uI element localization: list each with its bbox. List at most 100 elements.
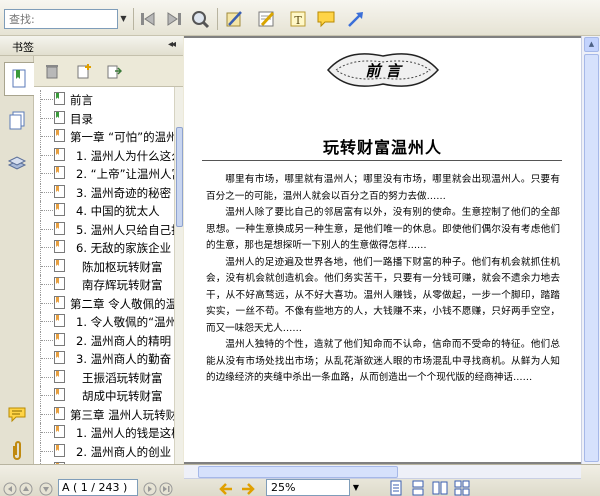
bookmark-page-icon bbox=[54, 258, 65, 272]
last-page-end-icon[interactable] bbox=[158, 482, 174, 496]
bookmark-item[interactable]: 3. 温州商人的勤奋 bbox=[34, 349, 174, 367]
last-page-icon[interactable] bbox=[162, 7, 186, 31]
highlight-icon[interactable] bbox=[254, 7, 278, 31]
bookmark-toolbar bbox=[34, 56, 183, 86]
bookmark-page-icon bbox=[54, 332, 65, 346]
prev-page-nav-icon[interactable] bbox=[18, 482, 34, 496]
bookmark-item[interactable]: 3. 温州奇迹的秘密 bbox=[34, 182, 174, 201]
first-page-icon[interactable] bbox=[136, 7, 160, 31]
tree-connector bbox=[40, 293, 54, 312]
note-icon[interactable] bbox=[314, 7, 338, 31]
zoom-dropdown-icon[interactable]: ▼ bbox=[350, 479, 362, 496]
bookmark-page-icon bbox=[54, 369, 65, 383]
bookmark-item[interactable]: 前言 bbox=[34, 90, 174, 108]
last-page-nav-icon[interactable] bbox=[142, 482, 158, 496]
bookmark-item[interactable]: 2. 温州商人的精明 bbox=[34, 330, 174, 349]
toolbar-separator bbox=[217, 8, 218, 30]
bookmark-item[interactable]: 第一章 “可怕”的温州人 bbox=[34, 127, 174, 145]
bookmark-label: 1. 令人敬佩的“温州精神” bbox=[76, 315, 174, 329]
bookmark-label: 3. 温州奇迹的秘密 bbox=[76, 185, 172, 200]
bookmark-label: 第二章 令人敬佩的温州精神 bbox=[70, 296, 174, 311]
search-dropdown-icon[interactable]: ▼ bbox=[118, 9, 129, 29]
bookmark-label: 南存辉玩转财富 bbox=[82, 278, 163, 292]
bookmark-item[interactable]: 目录 bbox=[34, 108, 174, 127]
tree-connector bbox=[40, 441, 54, 460]
bookmark-label: 第三章 温州人玩转财富 bbox=[70, 407, 174, 422]
bookmark-item[interactable]: 第三章 温州人玩转财富 bbox=[34, 404, 174, 423]
bookmark-item[interactable]: 第二章 令人敬佩的温州精神 bbox=[34, 293, 174, 312]
body-paragraph: 温州人的足迹遍及世界各地，他们一路播下财富的种子。他们有机会就抓住机会，没有机会… bbox=[206, 256, 560, 334]
bookmark-item[interactable]: 1. 令人敬佩的“温州精神” bbox=[34, 312, 174, 330]
hand-pen-icon[interactable] bbox=[222, 7, 246, 31]
page-number-field[interactable]: A ( 1 / 243 ) bbox=[58, 479, 138, 496]
first-page-nav-icon[interactable] bbox=[2, 482, 18, 496]
continuous-view-icon[interactable] bbox=[410, 479, 426, 496]
bookmark-item[interactable]: 南存辉玩转财富 bbox=[34, 275, 174, 293]
bookmark-item[interactable]: 6. 无敌的家族企业 bbox=[34, 238, 174, 256]
tab-layers[interactable] bbox=[4, 146, 30, 180]
bookmark-item[interactable]: 王振滔玩转财富 bbox=[34, 367, 174, 386]
document-page[interactable]: 前 言 玩转财富温州人 哪里有市场，哪里就有温州人；哪里没有市场，哪里就会出现温… bbox=[184, 38, 581, 462]
document-vertical-scrollbar[interactable]: ▲ bbox=[581, 36, 600, 464]
tab-bookmarks[interactable] bbox=[4, 62, 34, 96]
bookmark-item[interactable]: 胡成中玩转财富 bbox=[34, 386, 174, 404]
bookmark-item[interactable]: 2. 温州商人的创业 bbox=[34, 441, 174, 460]
tab-pages[interactable] bbox=[4, 104, 30, 138]
scroll-up-icon[interactable]: ▲ bbox=[584, 37, 599, 52]
document-view: 前 言 玩转财富温州人 哪里有市场，哪里就有温州人；哪里没有市场，哪里就会出现温… bbox=[184, 36, 600, 464]
text-box-icon[interactable]: T bbox=[286, 7, 310, 31]
bookmark-item[interactable]: 4. 中国的犹太人 bbox=[34, 201, 174, 219]
document-horizontal-scrollbar[interactable] bbox=[184, 465, 581, 479]
search-input[interactable] bbox=[4, 9, 118, 29]
bookmark-label: 2. 温州商人的创业 bbox=[76, 444, 172, 459]
bookmark-page-icon bbox=[54, 443, 65, 457]
tab-comments[interactable] bbox=[4, 398, 30, 432]
bookmark-item[interactable]: 陈加枢玩转财富 bbox=[34, 256, 174, 275]
find-icon[interactable] bbox=[188, 7, 212, 31]
bookmark-page-icon bbox=[54, 388, 65, 401]
tree-connector bbox=[40, 256, 54, 275]
bookmark-page-icon bbox=[54, 184, 65, 198]
collapse-panel-icon[interactable]: ◂◂ bbox=[168, 39, 176, 50]
status-bar: A ( 1 / 243 ) 25% ▼ bbox=[0, 464, 600, 496]
bookmark-label: 5. 温州人只给自己打工 bbox=[76, 222, 174, 237]
panel-tabstrip bbox=[0, 56, 34, 464]
zoom-level-field[interactable]: 25% bbox=[266, 479, 350, 496]
bookmark-page-icon bbox=[54, 351, 65, 364]
tree-connector bbox=[40, 349, 54, 367]
forward-view-icon[interactable] bbox=[240, 482, 256, 496]
facing-view-icon[interactable] bbox=[432, 479, 448, 496]
bookmark-scroll-thumb[interactable] bbox=[176, 127, 183, 227]
tree-connector bbox=[40, 164, 54, 182]
bookmark-scrollbar[interactable] bbox=[174, 87, 183, 464]
bookmark-label: 王振滔玩转财富 bbox=[82, 370, 163, 385]
vertical-scroll-thumb[interactable] bbox=[584, 54, 599, 462]
bookmark-item[interactable]: 1. 温州人的钱是这样来的 bbox=[34, 423, 174, 441]
bookmark-label: 3. 温州商人的勤奋 bbox=[76, 352, 172, 366]
continuous-facing-view-icon[interactable] bbox=[454, 479, 470, 496]
add-bookmark-icon[interactable] bbox=[74, 61, 94, 81]
tree-connector bbox=[40, 145, 54, 164]
bookmark-label: 4. 中国的犹太人 bbox=[76, 204, 160, 218]
bookmark-item[interactable]: 1. 温州人为什么这么会赚钱 bbox=[34, 145, 174, 164]
bookmark-item[interactable]: 2. “上帝”让温州人富起来 bbox=[34, 164, 174, 182]
tree-connector bbox=[40, 386, 54, 404]
bookmark-item[interactable]: 5. 温州人只给自己打工 bbox=[34, 219, 174, 238]
bookmark-panel: 书签 ◂◂ 3. 解密温州商人2. 温州商人的创业1. 温州人的钱是这样来的第三 bbox=[0, 36, 183, 464]
bookmark-label: 目录 bbox=[70, 111, 93, 126]
tree-connector bbox=[40, 404, 54, 423]
bookmark-go-icon[interactable] bbox=[104, 61, 124, 81]
arrow-icon[interactable] bbox=[344, 7, 368, 31]
bookmark-label: 1. 温州人为什么这么会赚钱 bbox=[76, 148, 174, 163]
bookmark-label: 胡成中玩转财富 bbox=[82, 389, 163, 403]
back-view-icon[interactable] bbox=[218, 482, 234, 496]
delete-bookmark-icon[interactable] bbox=[42, 61, 62, 81]
title-rule bbox=[202, 160, 562, 161]
horizontal-scroll-thumb[interactable] bbox=[198, 466, 398, 478]
single-page-view-icon[interactable] bbox=[388, 479, 404, 496]
tab-attachments[interactable] bbox=[4, 434, 30, 468]
next-page-nav-icon[interactable] bbox=[38, 482, 54, 496]
page-title: 玩转财富温州人 bbox=[322, 138, 442, 157]
bookmark-page-icon bbox=[54, 221, 65, 235]
tree-connector bbox=[40, 182, 54, 201]
